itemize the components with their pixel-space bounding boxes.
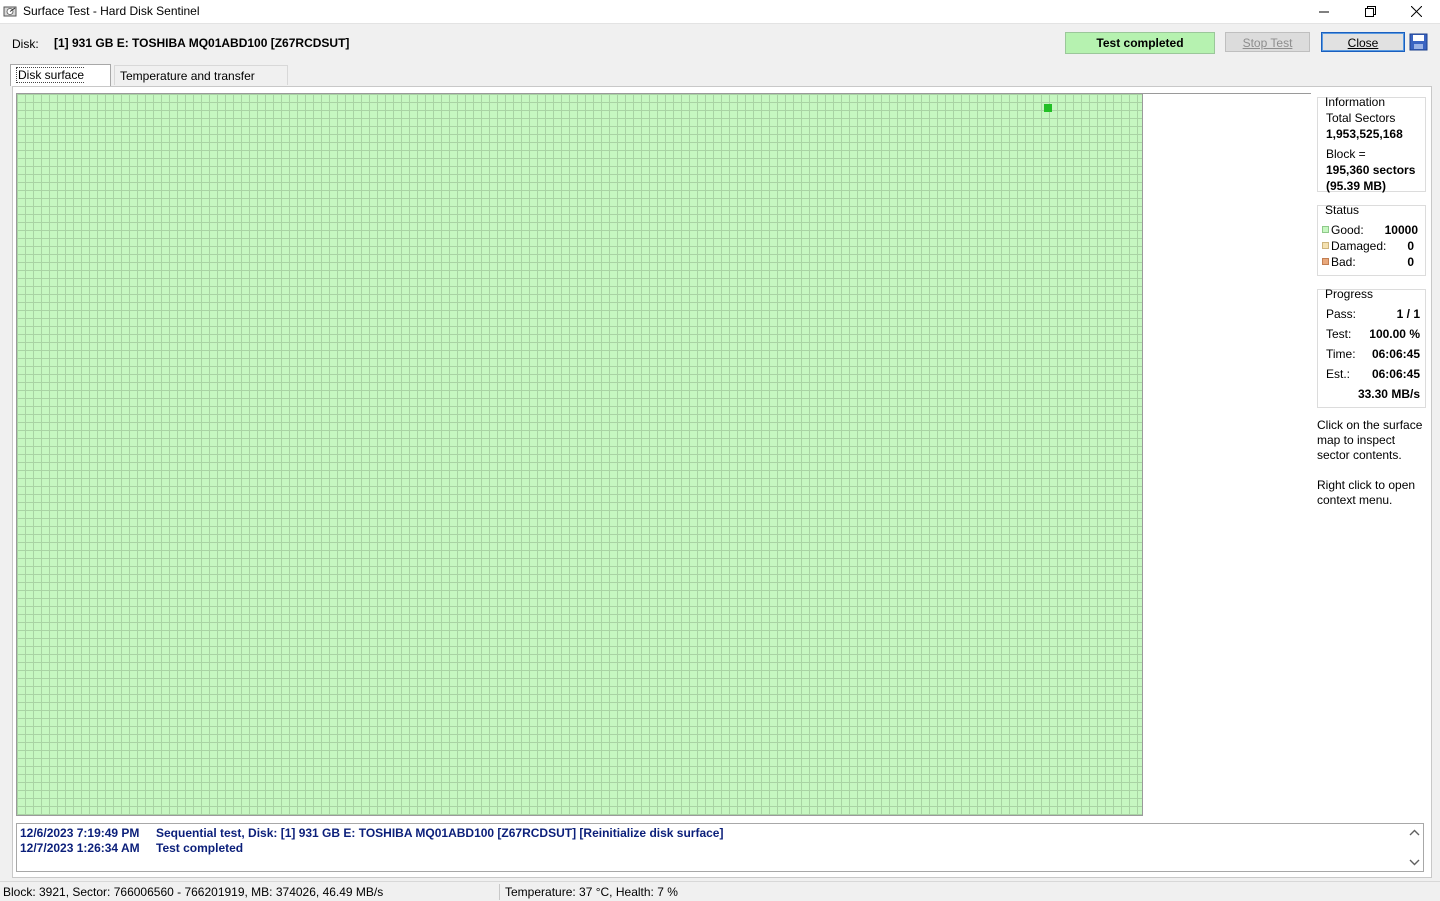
- progress-panel: Progress Pass: 1 / 1 Test: 100.00 % Time…: [1317, 287, 1426, 408]
- click-hint: Click on the surface map to inspect sect…: [1317, 418, 1423, 462]
- est-value: 06:06:45: [1371, 367, 1420, 381]
- title-bar: Surface Test - Hard Disk Sentinel: [0, 0, 1440, 23]
- log-entry: 12/6/2023 7:19:49 PM Sequential test, Dis…: [20, 826, 723, 840]
- pass-value: 1 / 1: [1396, 307, 1420, 321]
- disk-selector-value[interactable]: [1] 931 GB E: TOSHIBA MQ01ABD100 [Z67RCD…: [54, 36, 349, 50]
- right-click-hint: Right click to open context menu.: [1317, 478, 1416, 507]
- log-timestamp: 12/6/2023 7:19:49 PM: [20, 826, 140, 840]
- health-info-text: Temperature: 37 °C, Health: 7 %: [505, 885, 678, 899]
- minimize-icon: [1319, 11, 1329, 12]
- window-title: Surface Test - Hard Disk Sentinel: [23, 4, 200, 18]
- time-value: 06:06:45: [1371, 347, 1420, 361]
- log-message: Sequential test, Disk: [1] 931 GB E: TOS…: [156, 826, 724, 840]
- damaged-label: Damaged:: [1331, 239, 1387, 253]
- bad-value: 0: [1407, 255, 1414, 269]
- status-title: Status: [1325, 203, 1360, 217]
- stop-test-button[interactable]: Stop Test: [1225, 32, 1310, 52]
- total-sectors-value: 1,953,525,168: [1326, 127, 1403, 141]
- good-swatch-icon: [1322, 226, 1329, 234]
- good-value: 10000: [1384, 223, 1418, 237]
- bad-swatch-icon: [1322, 258, 1329, 266]
- tab-temperature-transfer-speed[interactable]: Temperature and transfer speed: [114, 65, 288, 103]
- damaged-swatch-icon: [1322, 242, 1329, 250]
- tab-disk-surface-map[interactable]: Disk surface map: [10, 64, 111, 103]
- scroll-down-icon[interactable]: [1406, 855, 1423, 869]
- log-scrollbar[interactable]: [1406, 824, 1423, 871]
- total-sectors-label: Total Sectors: [1326, 111, 1396, 125]
- log-message: Test completed: [156, 841, 244, 855]
- time-label: Time:: [1326, 347, 1356, 361]
- statusbar-divider: [499, 884, 500, 900]
- log-entry: 12/7/2023 1:26:34 AM Test completed: [20, 841, 243, 855]
- information-title: Information: [1325, 95, 1386, 109]
- progress-title: Progress: [1325, 287, 1374, 301]
- tab-strip: Disk surface map Temperature and transfe…: [0, 61, 1440, 103]
- bad-label: Bad:: [1331, 255, 1356, 269]
- block-info-text: Block: 3921, Sector: 766006560 - 7662019…: [3, 885, 384, 899]
- close-button[interactable]: Close: [1321, 32, 1405, 52]
- information-panel: Information Total Sectors 1,953,525,168 …: [1317, 95, 1426, 193]
- test-label: Test:: [1326, 327, 1352, 341]
- damaged-value: 0: [1407, 239, 1414, 253]
- disk-surface-map[interactable]: [16, 94, 1143, 816]
- app-icon: [3, 6, 17, 17]
- disk-label: Disk:: [12, 37, 39, 51]
- restore-button[interactable]: [1347, 0, 1393, 23]
- restore-icon: [1364, 6, 1376, 17]
- save-icon[interactable]: [1409, 32, 1428, 52]
- test-log[interactable]: 12/6/2023 7:19:49 PM Sequential test, Dis…: [16, 823, 1424, 872]
- test-value: 100.00 %: [1369, 327, 1420, 341]
- pass-label: Pass:: [1326, 307, 1357, 321]
- good-label: Good:: [1331, 223, 1364, 237]
- speed-value: 33.30 MB/s: [1357, 387, 1420, 401]
- disk-toolbar: Disk: [1] 931 GB E: TOSHIBA MQ01ABD100 […: [0, 23, 1440, 62]
- est-label: Est.:: [1326, 367, 1351, 381]
- close-icon: [1410, 6, 1422, 17]
- status-panel: Status Good: 10000 Damaged: 0 Bad: 0: [1317, 203, 1426, 276]
- surface-map-area[interactable]: [16, 93, 1311, 816]
- block-sectors-value: 195,360 sectors: [1326, 163, 1416, 177]
- log-timestamp: 12/7/2023 1:26:34 AM: [20, 841, 140, 855]
- minimize-button[interactable]: [1301, 0, 1347, 23]
- test-status-badge: Test completed: [1065, 32, 1215, 54]
- scroll-up-icon[interactable]: [1406, 826, 1423, 840]
- close-window-button[interactable]: [1393, 0, 1439, 23]
- block-mb-value: (95.39 MB): [1326, 179, 1387, 193]
- block-label: Block =: [1326, 147, 1366, 161]
- status-bar: Block: 3921, Sector: 766006560 - 7662019…: [0, 881, 1440, 901]
- current-block-marker: [1044, 104, 1052, 112]
